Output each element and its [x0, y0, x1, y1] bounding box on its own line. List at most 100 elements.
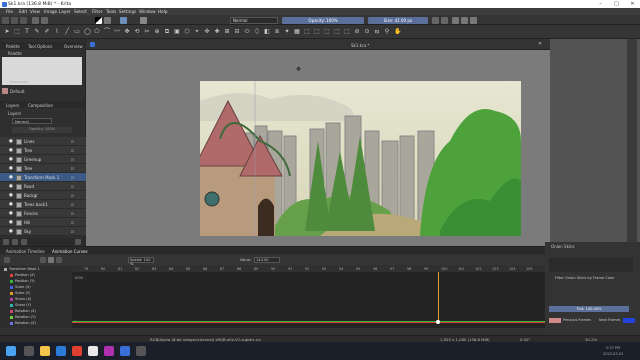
layer-lock-icon[interactable]: ⊡: [71, 175, 74, 180]
visibility-eye-icon[interactable]: ●: [9, 139, 14, 144]
layer-lock-icon[interactable]: ⊡: [71, 157, 74, 162]
duplicate-layer-icon[interactable]: [12, 239, 18, 245]
layer-lock-icon[interactable]: ⊡: [71, 193, 74, 198]
layer-row[interactable]: ● Transform Mask 1 ⊡: [0, 173, 86, 182]
visibility-eye-icon[interactable]: ●: [9, 157, 14, 162]
layer-row[interactable]: ● Greenup ⊡: [0, 155, 86, 164]
menu-help[interactable]: Help: [158, 9, 168, 14]
previous-frame-icon[interactable]: [40, 257, 46, 263]
keyframe-node[interactable]: [436, 320, 440, 324]
pattern-icon[interactable]: [140, 16, 147, 24]
layer-lock-icon[interactable]: ⊡: [71, 229, 74, 234]
pressure-icon[interactable]: [470, 16, 477, 24]
tool-12-icon[interactable]: ✥: [124, 28, 130, 35]
visibility-eye-icon[interactable]: ●: [9, 202, 14, 207]
delete-layer-icon[interactable]: [75, 239, 81, 245]
layer-lock-icon[interactable]: ⊡: [71, 211, 74, 216]
tool-16-icon[interactable]: ⧉: [164, 28, 170, 35]
minimize-button[interactable]: –: [593, 0, 608, 8]
tool-34-icon[interactable]: ⬚: [344, 28, 350, 35]
next-frame-icon[interactable]: [56, 257, 62, 263]
tool-13-icon[interactable]: ⟲: [134, 28, 140, 35]
tool-26-icon[interactable]: ◧: [264, 28, 270, 35]
layer-lock-icon[interactable]: ⊡: [71, 220, 74, 225]
playback-options-icon[interactable]: [4, 257, 10, 263]
layer-row[interactable]: ● Tree ⊡: [0, 164, 86, 173]
tool-39-icon[interactable]: ✋: [394, 28, 401, 35]
previous-frames-color[interactable]: [549, 318, 561, 323]
layer-row[interactable]: ● Road ⊡: [0, 182, 86, 191]
search-icon[interactable]: [24, 346, 34, 356]
tab-palette[interactable]: Palette: [6, 44, 20, 49]
tool-19-icon[interactable]: ⌖: [194, 28, 200, 35]
curves-graph[interactable]: 79 80 81 82 83 84 85 86 87 88 89 90 91 92 93 94 95 96 97 98…: [72, 266, 545, 328]
redo-icon[interactable]: [41, 16, 48, 24]
app-red-icon[interactable]: [72, 346, 82, 356]
visibility-eye-icon[interactable]: ●: [9, 229, 14, 234]
tool-27-icon[interactable]: ⧈: [274, 28, 280, 35]
layer-lock-icon[interactable]: ⊡: [71, 148, 74, 153]
swap-colors-icon[interactable]: [104, 16, 111, 24]
artwork-canvas[interactable]: [200, 81, 521, 236]
value-field[interactable]: 144.00: [254, 257, 280, 263]
tool-22-icon[interactable]: ⊞: [224, 28, 230, 35]
layer-row[interactable]: ● Backgr ⊡: [0, 191, 86, 200]
palette-name[interactable]: Default: [10, 89, 25, 94]
tool-25-icon[interactable]: ⬯: [254, 28, 260, 35]
tool-33-icon[interactable]: ⬚: [334, 28, 340, 35]
taskbar-time[interactable]: 2:37 PM: [606, 346, 620, 350]
next-frames-color[interactable]: [623, 318, 635, 323]
tool-11-icon[interactable]: 〰: [114, 28, 120, 35]
opacity-slider[interactable]: Opacity: 100%: [282, 16, 364, 24]
tool-31-icon[interactable]: ⬚: [314, 28, 320, 35]
tool-32-icon[interactable]: ⬚: [324, 28, 330, 35]
tint-slider[interactable]: Tint: 100.00%: [549, 306, 629, 312]
tool-37-icon[interactable]: ⧅: [374, 28, 380, 35]
layer-row[interactable]: ● Fences ⊡: [0, 209, 86, 218]
tool-9-icon[interactable]: ⬠: [94, 28, 100, 35]
document-tab[interactable]: Sk1.kra *: [351, 43, 369, 48]
krita-taskbar-icon[interactable]: [120, 346, 130, 356]
layer-row[interactable]: ● Lines ⊡: [0, 137, 86, 146]
curve-channel[interactable]: Rotation (Z): [2, 320, 72, 326]
app-purple-icon[interactable]: [104, 346, 114, 356]
tool-29-icon[interactable]: ▦: [294, 28, 300, 35]
save-document-icon[interactable]: [20, 16, 27, 24]
tool-23-icon[interactable]: ⊟: [234, 28, 240, 35]
edge-icon[interactable]: [56, 346, 66, 356]
tool-17-icon[interactable]: ▣: [174, 28, 180, 35]
layer-opacity-slider[interactable]: Opacity: 100%: [12, 127, 72, 133]
add-layer-icon[interactable]: [3, 239, 9, 245]
layer-lock-icon[interactable]: ⊡: [71, 202, 74, 207]
tab-animation-curves[interactable]: Animation Curves: [52, 249, 88, 254]
close-document-icon[interactable]: ✕: [538, 41, 546, 48]
fg-bg-color-icon[interactable]: [95, 16, 102, 24]
close-button[interactable]: ✕: [625, 0, 640, 8]
tool-1-icon[interactable]: ⬚: [14, 28, 20, 35]
preserve-alpha-icon[interactable]: [461, 16, 468, 24]
menu-layer[interactable]: Layer: [59, 9, 71, 14]
file-explorer-icon[interactable]: [40, 346, 50, 356]
tool-36-icon[interactable]: ⊙: [364, 28, 370, 35]
tool-14-icon[interactable]: ✂: [144, 28, 150, 35]
tool-8-icon[interactable]: ◯: [84, 28, 91, 35]
onion-skin-bars[interactable]: [549, 258, 633, 272]
tool-35-icon[interactable]: ⊘: [354, 28, 360, 35]
tool-2-icon[interactable]: T: [24, 28, 30, 35]
layer-lock-icon[interactable]: ⊡: [71, 139, 74, 144]
menu-view[interactable]: View: [30, 9, 40, 14]
menu-select[interactable]: Select: [74, 9, 87, 14]
tool-20-icon[interactable]: ✜: [204, 28, 210, 35]
taskbar-date[interactable]: 2023-03-02: [603, 352, 623, 356]
frame-ruler[interactable]: 79 80 81 82 83 84 85 86 87 88 89 90 91 92 93 94 95 96 97 98…: [72, 266, 545, 272]
tool-5-icon[interactable]: ⌇: [54, 28, 60, 35]
layer-row[interactable]: ● Tree ⊡: [0, 146, 86, 155]
tool-6-icon[interactable]: ╱: [64, 28, 70, 35]
visibility-eye-icon[interactable]: ●: [9, 166, 14, 171]
layer-row[interactable]: ● Sky ⊡: [0, 227, 86, 236]
blending-mode-select[interactable]: Normal: [12, 118, 52, 124]
tool-18-icon[interactable]: ⬡: [184, 28, 190, 35]
menu-image[interactable]: Image: [44, 9, 57, 14]
tool-4-icon[interactable]: ✐: [44, 28, 50, 35]
tool-15-icon[interactable]: ⊕: [154, 28, 160, 35]
